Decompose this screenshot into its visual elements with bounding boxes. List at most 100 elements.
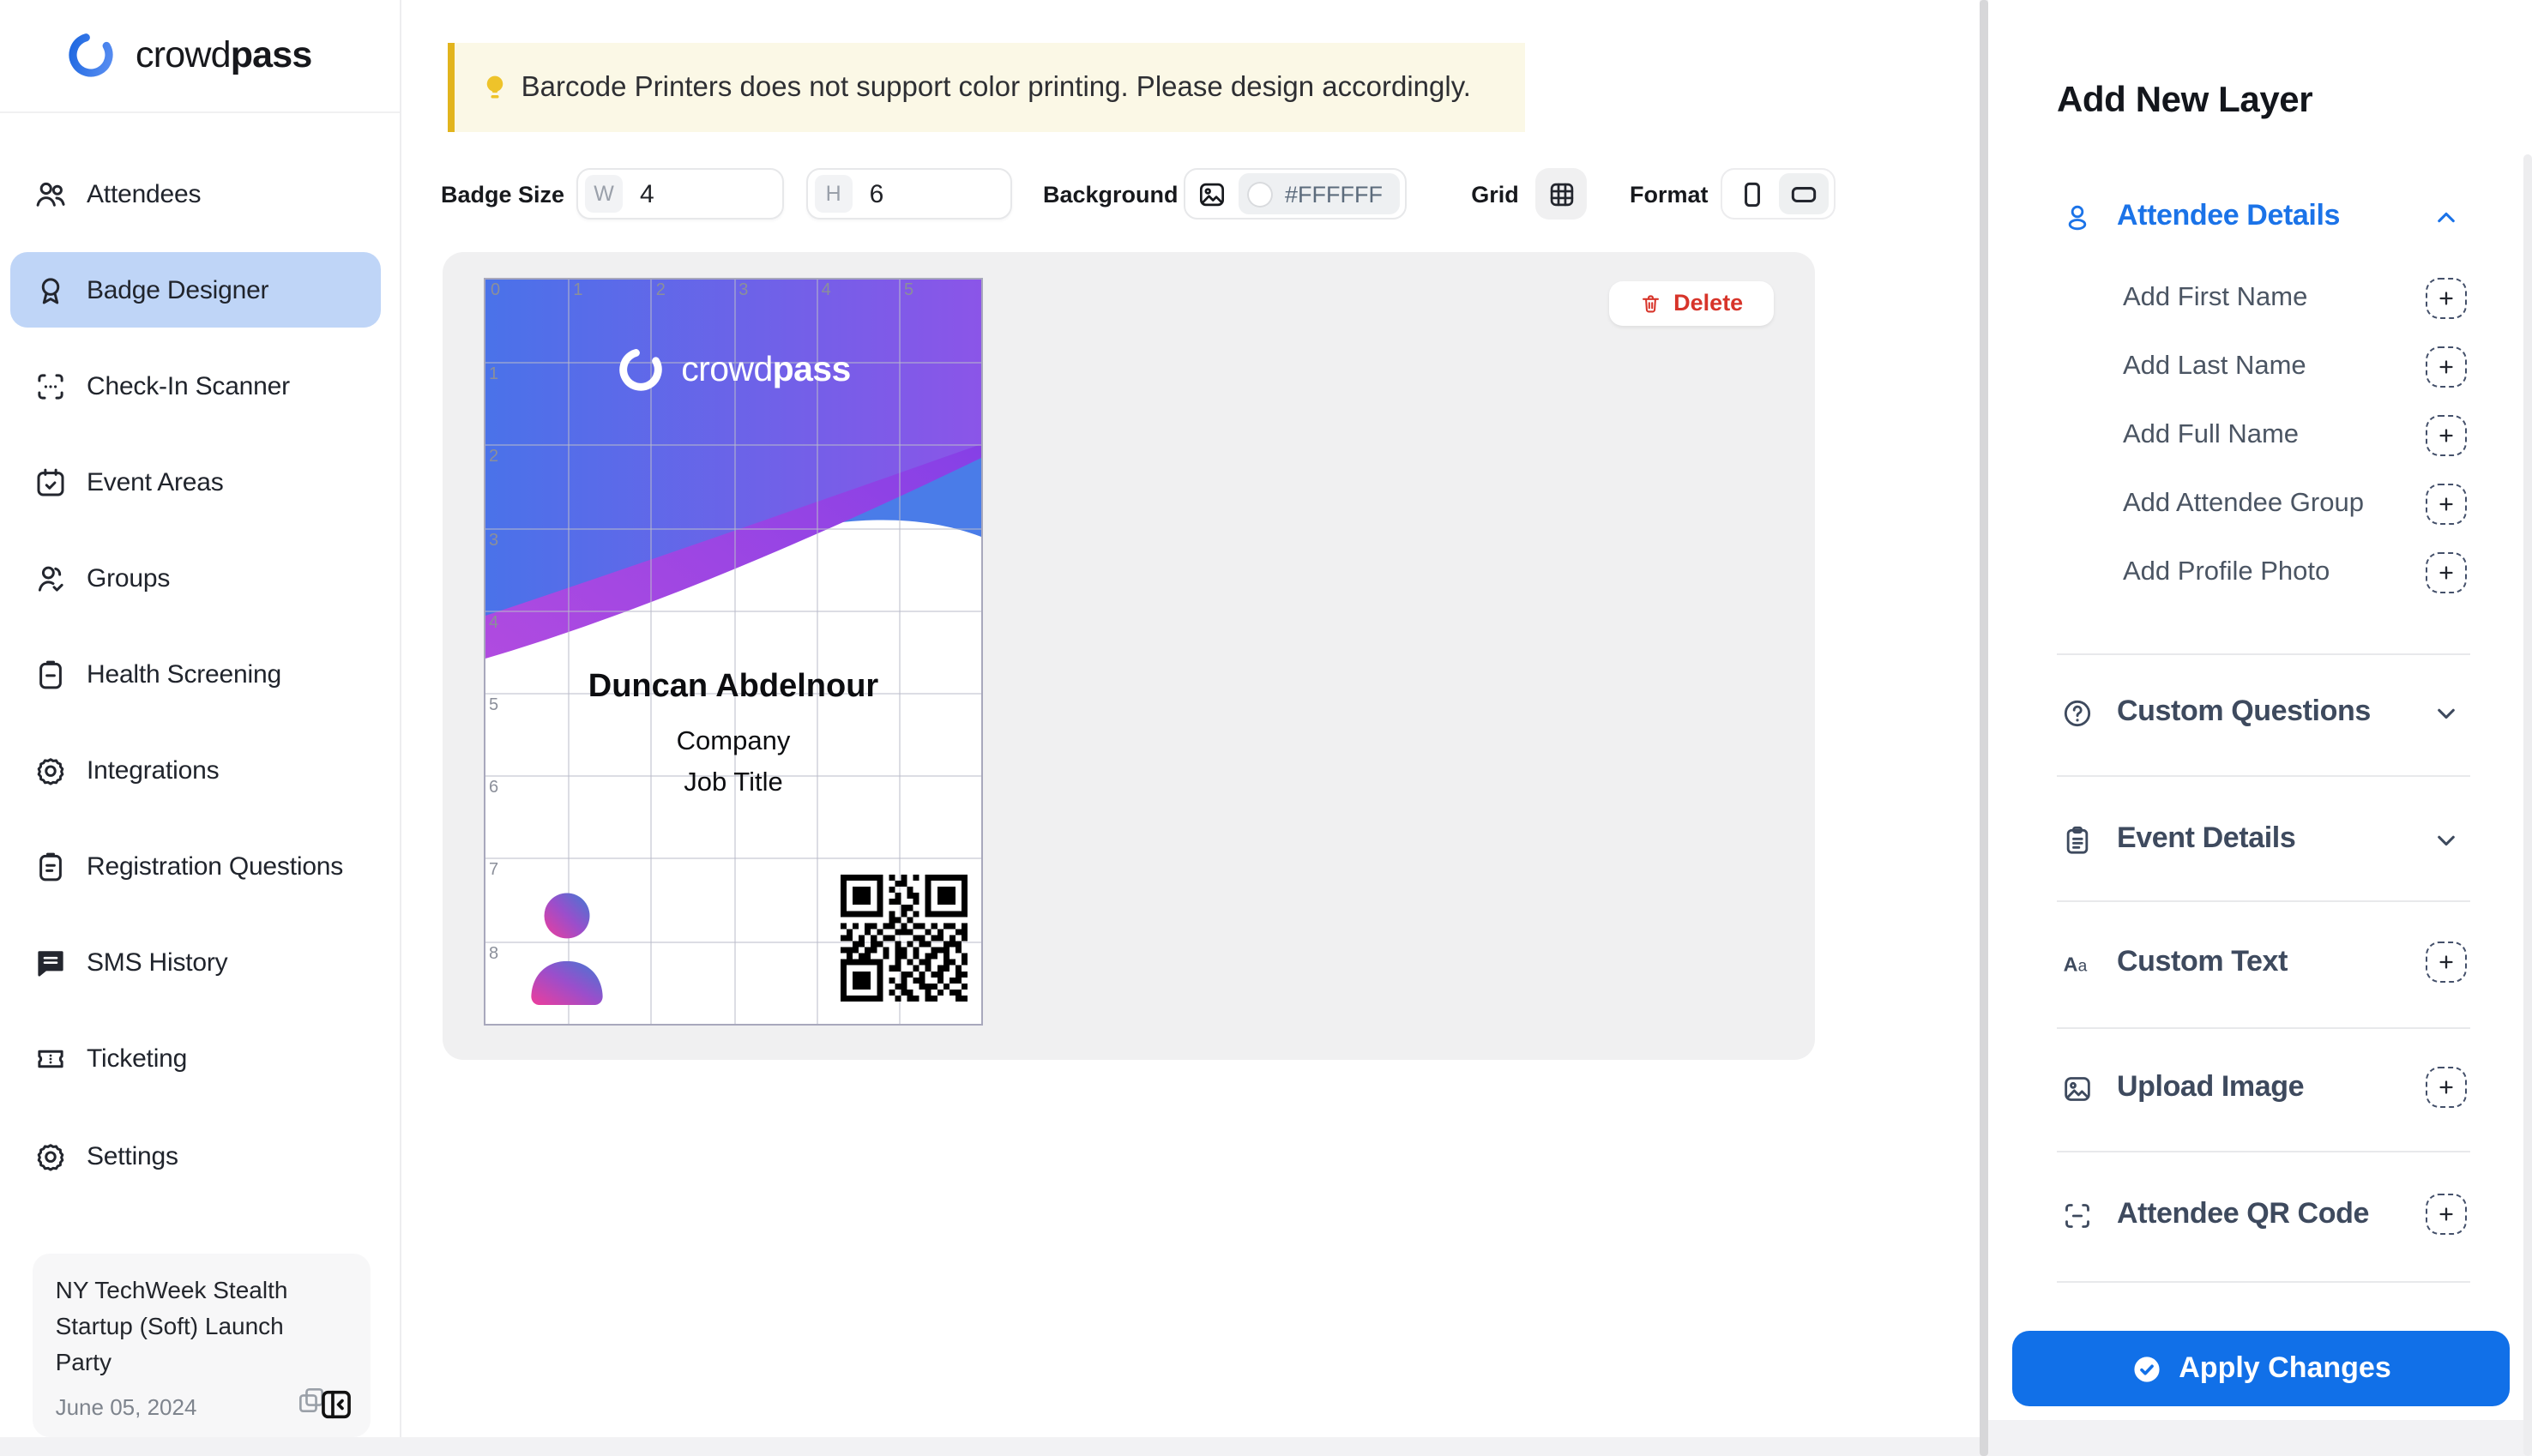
sidebar-item-health-screening[interactable]: Health Screening bbox=[9, 637, 380, 713]
sidebar-item-badge-designer[interactable]: Badge Designer bbox=[9, 252, 380, 328]
job-title-layer[interactable]: Job Title bbox=[485, 768, 981, 799]
ruler-label-left: 3 bbox=[489, 531, 498, 550]
add-add-attendee-group-button[interactable] bbox=[2425, 484, 2466, 525]
format-portrait-button[interactable] bbox=[1727, 173, 1776, 214]
collapse-sidebar-icon[interactable] bbox=[318, 1386, 356, 1423]
format-control bbox=[1720, 168, 1836, 220]
add-add-profile-photo-button[interactable] bbox=[2425, 552, 2466, 593]
ruler-label-top: 1 bbox=[573, 281, 582, 300]
sidebar-item-event-areas[interactable]: Event Areas bbox=[9, 445, 380, 520]
badge-logo-layer[interactable]: crowdpass bbox=[485, 345, 981, 394]
ruler-label-left: 2 bbox=[489, 448, 498, 467]
section-custom-text[interactable]: Aa Custom Text bbox=[1987, 935, 2532, 993]
ruler-label-top: 2 bbox=[656, 281, 666, 300]
badge-width-input[interactable] bbox=[636, 177, 763, 210]
section-upload-image[interactable]: Upload Image bbox=[1987, 1060, 2532, 1118]
add-add-full-name-button[interactable] bbox=[2425, 415, 2466, 456]
grid-toggle-button[interactable] bbox=[1535, 168, 1587, 220]
apply-changes-button[interactable]: Apply Changes bbox=[2012, 1331, 2510, 1406]
format-landscape-button[interactable] bbox=[1780, 173, 1830, 214]
page-scrollbar[interactable] bbox=[2523, 154, 2531, 1456]
event-details-label: Event Details bbox=[2117, 821, 2295, 855]
section-custom-questions[interactable]: Custom Questions bbox=[1987, 684, 2532, 743]
event-title: NY TechWeek Stealth Startup (Soft) Launc… bbox=[56, 1272, 313, 1381]
format-label: Format bbox=[1630, 182, 1709, 208]
ruler-label-left: 7 bbox=[489, 862, 498, 881]
attendee-name-layer[interactable]: Duncan Abdelnour bbox=[485, 669, 981, 707]
sms-icon bbox=[32, 946, 68, 982]
attendee-item-label: Add First Name bbox=[2123, 283, 2307, 314]
sidebar-item-groups[interactable]: Groups bbox=[9, 541, 380, 617]
question-circle-icon bbox=[2060, 696, 2095, 731]
divider bbox=[2057, 1151, 2470, 1152]
event-card[interactable]: NY TechWeek Stealth Startup (Soft) Launc… bbox=[33, 1254, 371, 1437]
sidebar-item-label: SMS History bbox=[87, 949, 228, 978]
badge-logo-ring-icon bbox=[616, 345, 666, 394]
add-qr-code-button[interactable] bbox=[2425, 1194, 2466, 1235]
sidebar-item-label: Check-In Scanner bbox=[87, 371, 290, 400]
sidebar-item-integrations[interactable]: Integrations bbox=[9, 733, 380, 809]
divider bbox=[2057, 1281, 2470, 1283]
grid-hline bbox=[485, 611, 981, 612]
sidebar-item-registration-questions[interactable]: Registration Questions bbox=[9, 829, 380, 905]
sidebar-item-settings[interactable]: Settings bbox=[9, 1118, 380, 1194]
badge-height-input[interactable] bbox=[866, 177, 993, 210]
badge-icon bbox=[32, 272, 68, 308]
sidebar-item-ticketing[interactable]: Ticketing bbox=[9, 1022, 380, 1098]
profile-photo-layer[interactable] bbox=[518, 885, 616, 1005]
plus-icon bbox=[2433, 950, 2457, 974]
scanner-icon bbox=[32, 368, 68, 404]
badge-brand-prefix: crowd bbox=[681, 349, 772, 388]
sidebar-item-check-in-scanner[interactable]: Check-In Scanner bbox=[9, 348, 380, 424]
panel-scrollbar[interactable] bbox=[1980, 0, 1987, 1456]
chevron-down-icon[interactable] bbox=[2426, 821, 2464, 858]
sidebar-item-label: Event Areas bbox=[87, 468, 224, 497]
company-layer[interactable]: Company bbox=[485, 726, 981, 757]
color-swatch[interactable] bbox=[1247, 181, 1273, 207]
sidebar-item-label: Groups bbox=[87, 564, 170, 593]
grid-label: Grid bbox=[1471, 182, 1519, 208]
landscape-icon bbox=[1787, 177, 1823, 210]
divider bbox=[2057, 653, 2470, 655]
attendee-item-row: Add First Name bbox=[1987, 271, 2532, 329]
design-canvas[interactable]: Delete 01234512345678 bbox=[443, 252, 1815, 1059]
attendee-item-label: Add Profile Photo bbox=[2123, 557, 2330, 588]
upload-image-button[interactable] bbox=[2425, 1067, 2466, 1108]
chevron-up-icon[interactable] bbox=[2426, 199, 2464, 237]
delete-button[interactable]: Delete bbox=[1608, 281, 1773, 327]
banner-text: Barcode Printers does not support color … bbox=[521, 72, 1471, 105]
attendee-item-label: Add Last Name bbox=[2123, 352, 2306, 382]
plus-icon bbox=[2433, 1202, 2457, 1226]
background-control[interactable]: #FFFFFF bbox=[1184, 168, 1407, 220]
sidebar-item-label: Attendees bbox=[87, 179, 201, 208]
badge-preview[interactable]: 01234512345678 crowdpass Duncan Abdelnou… bbox=[484, 278, 983, 1026]
image-icon[interactable] bbox=[1196, 177, 1228, 210]
sidebar-header: crowdpass bbox=[0, 0, 399, 113]
sidebar-item-label: Registration Questions bbox=[87, 852, 343, 881]
sidebar-item-sms-history[interactable]: SMS History bbox=[9, 926, 380, 1002]
sidebar-item-label: Settings bbox=[87, 1141, 178, 1170]
health-icon bbox=[32, 657, 68, 693]
sidebar-item-attendees[interactable]: Attendees bbox=[9, 156, 380, 232]
section-attendee-qr[interactable]: Attendee QR Code bbox=[1987, 1187, 2532, 1245]
attendee-item-row: Add Last Name bbox=[1987, 340, 2532, 398]
ruler-label-left: 4 bbox=[489, 614, 498, 633]
add-add-first-name-button[interactable] bbox=[2425, 278, 2466, 319]
add-add-last-name-button[interactable] bbox=[2425, 346, 2466, 388]
qr-code-layer[interactable] bbox=[840, 875, 967, 1002]
clipboard-icon bbox=[32, 849, 68, 885]
ruler-label-top: 3 bbox=[738, 281, 748, 300]
background-color-pill[interactable]: #FFFFFF bbox=[1239, 174, 1400, 214]
plus-icon bbox=[2433, 355, 2457, 379]
section-attendee-details[interactable]: Attendee Details bbox=[1987, 189, 2532, 247]
crowdpass-logo-icon bbox=[65, 29, 117, 81]
sidebar-item-label: Badge Designer bbox=[87, 275, 268, 304]
section-event-details[interactable]: Event Details bbox=[1987, 810, 2532, 869]
badge-width-field: W bbox=[576, 168, 783, 220]
sidebar-item-label: Ticketing bbox=[87, 1045, 187, 1074]
add-custom-text-button[interactable] bbox=[2425, 942, 2466, 983]
divider bbox=[2057, 900, 2470, 902]
background-hex: #FFFFFF bbox=[1285, 181, 1383, 207]
chevron-down-icon[interactable] bbox=[2426, 695, 2464, 732]
add-layer-panel: Add New Layer Attendee Details Add First… bbox=[1987, 0, 2532, 1420]
